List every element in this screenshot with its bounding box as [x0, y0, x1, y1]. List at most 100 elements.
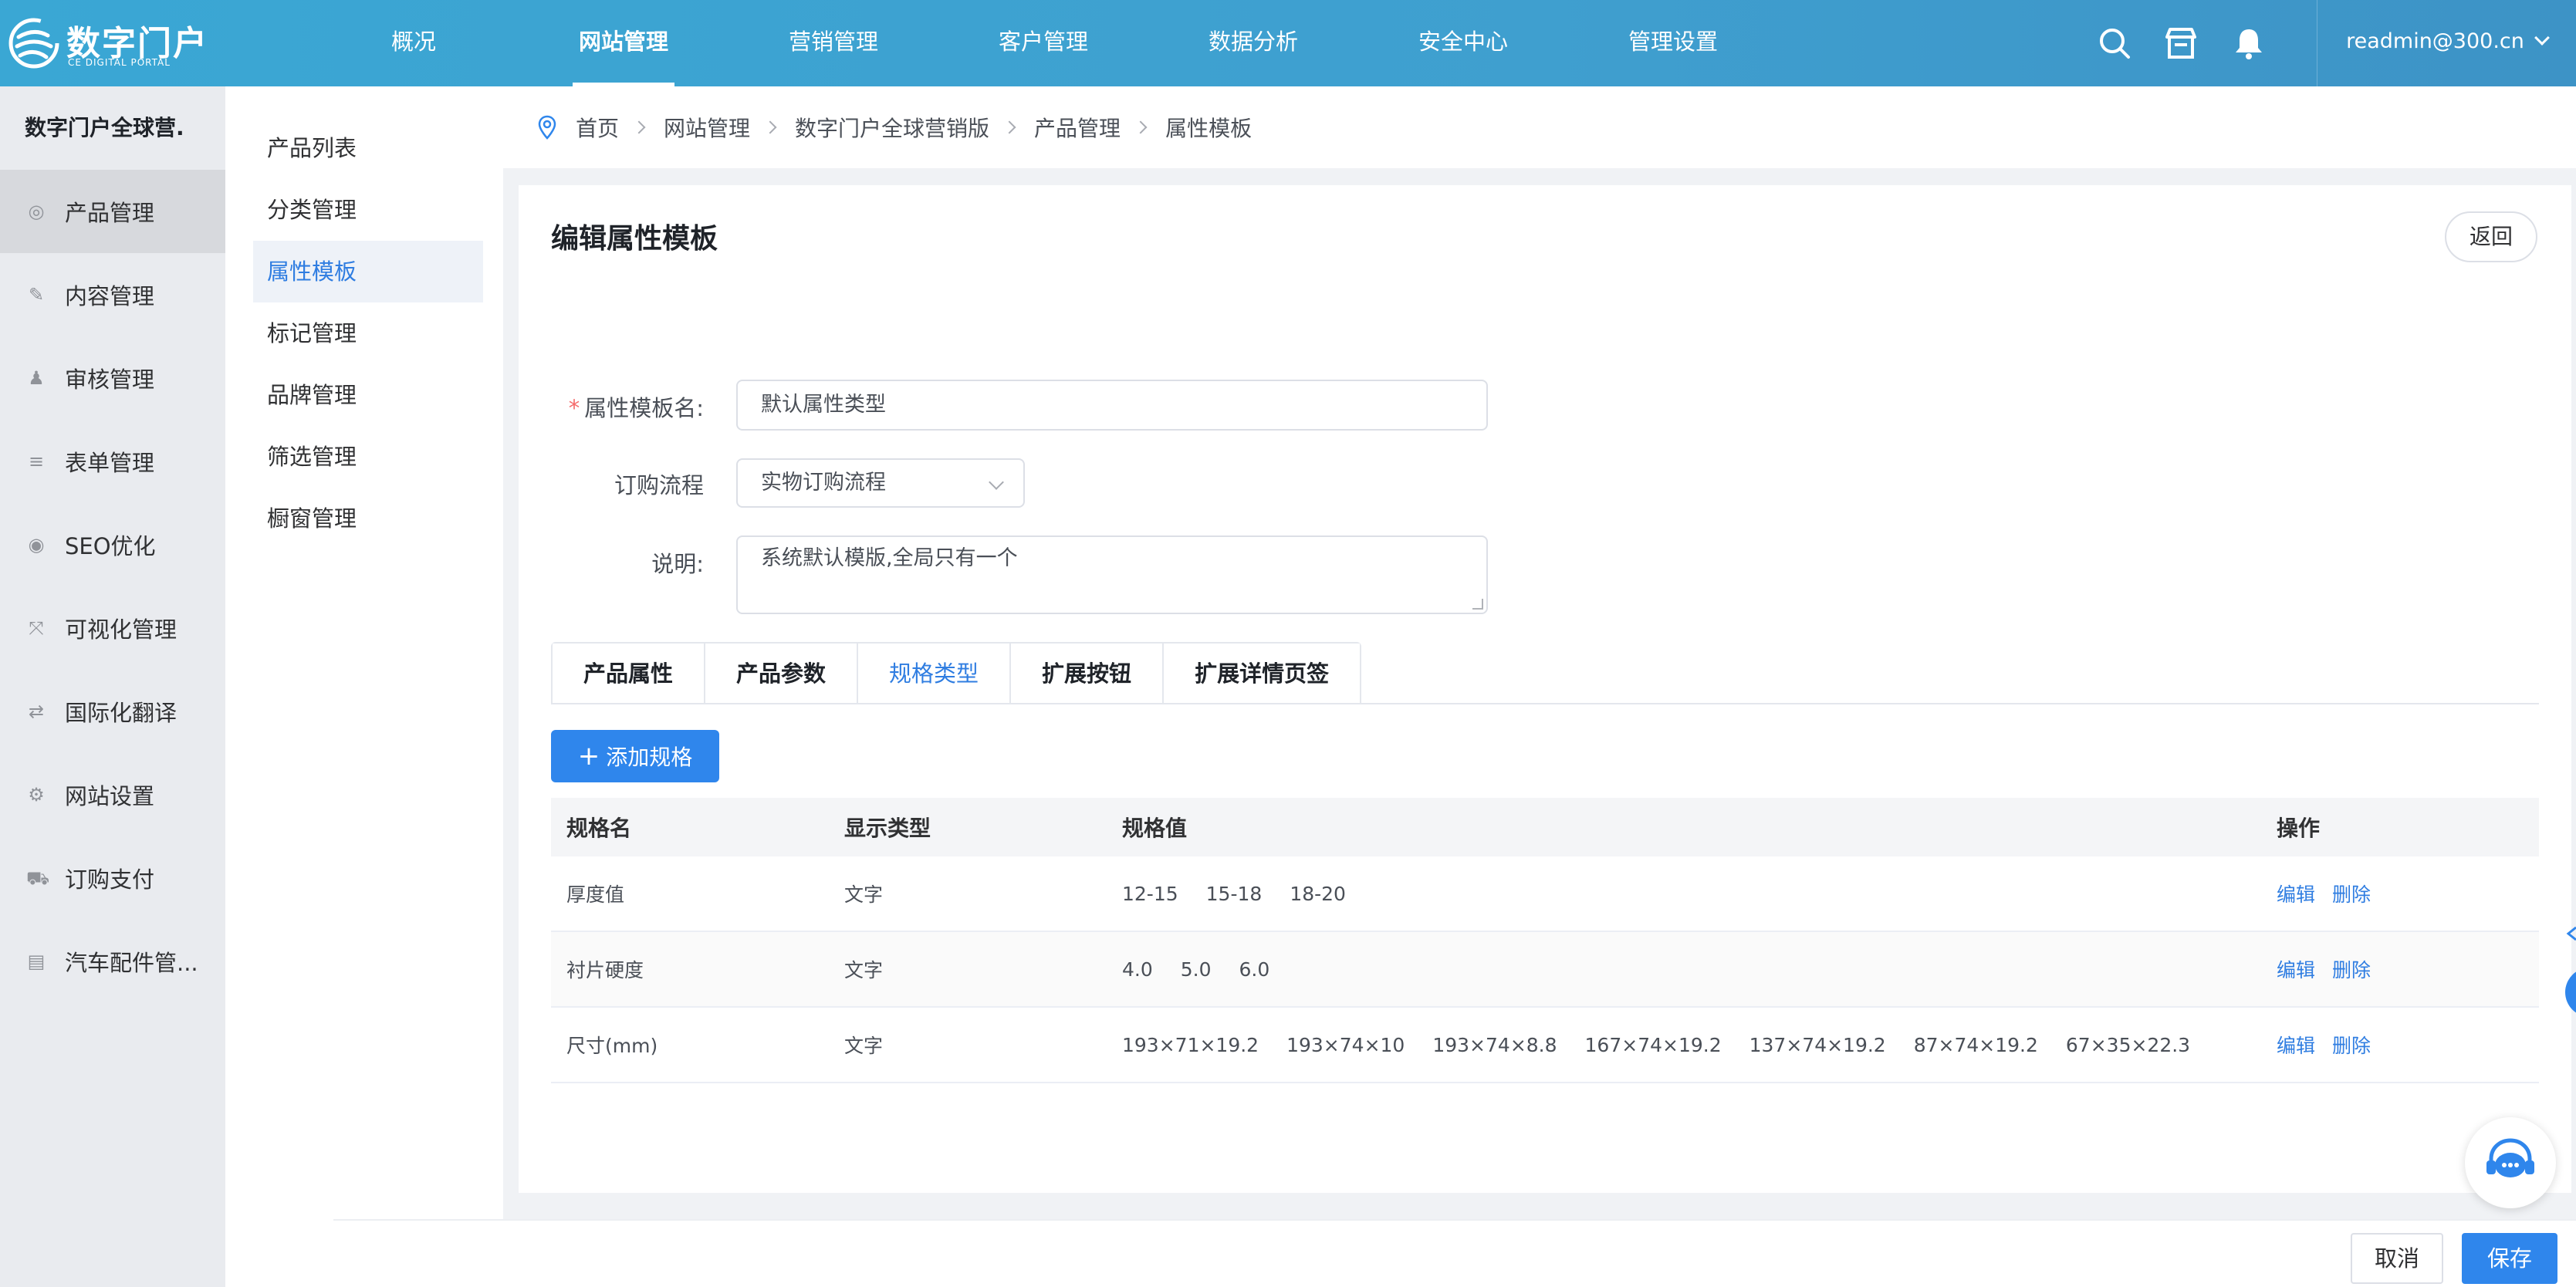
edit-link[interactable]: 编辑: [2277, 959, 2315, 981]
spec-value: 193×74×8.8: [1432, 1033, 1557, 1056]
top-navigation-bar: 数字门户 CE DIGITAL PORTAL 概况 网站管理 营销管理 客户管理…: [0, 0, 2576, 86]
sidebar-item-translation[interactable]: ⇄ 国际化翻译: [0, 670, 225, 753]
submenu-item-filter-management[interactable]: 筛选管理: [253, 426, 483, 488]
sidebar-item-label: 网站设置: [65, 783, 155, 809]
cart-icon: ⛟: [26, 867, 50, 889]
cell-actions: 编辑 删除: [2261, 880, 2539, 907]
cell-actions: 编辑 删除: [2261, 1031, 2539, 1059]
breadcrumb-site[interactable]: 数字门户全球营销版: [795, 112, 989, 143]
tab-spec-types[interactable]: 规格类型: [858, 644, 1012, 704]
edit-icon: ✎: [28, 284, 45, 306]
sidebar-item-content-management[interactable]: ✎ 内容管理: [0, 253, 225, 336]
sidebar-item-site-settings[interactable]: ⚙ 网站设置: [0, 753, 225, 836]
sidebar-item-label: 国际化翻译: [65, 700, 177, 726]
save-button[interactable]: 保存: [2462, 1233, 2557, 1284]
bell-icon[interactable]: [2230, 25, 2267, 62]
resize-handle[interactable]: [1472, 599, 1483, 610]
nav-data-analysis[interactable]: 数据分析: [1148, 0, 1358, 86]
add-spec-button[interactable]: + 添加规格: [551, 730, 719, 782]
left-sidebar: 数字门户全球营. ◎ 产品管理 ✎ 内容管理 ♟ 审核管理 ≡ 表单管理 ◉ S…: [0, 86, 225, 1287]
nav-admin-settings[interactable]: 管理设置: [1568, 0, 1778, 86]
tabs-divider: [551, 703, 2539, 704]
submenu-item-attribute-template[interactable]: 属性模板: [253, 241, 483, 302]
spec-value: 167×74×19.2: [1584, 1033, 1722, 1056]
cancel-button[interactable]: 取消: [2351, 1233, 2443, 1284]
cell-spec-values: 4.0 5.0 6.0: [1107, 958, 2261, 981]
nav-security-center[interactable]: 安全中心: [1358, 0, 1568, 86]
logo-subtitle: CE DIGITAL PORTAL: [68, 57, 171, 68]
search-icon[interactable]: [2096, 25, 2133, 62]
order-flow-select[interactable]: 实物订购流程: [736, 458, 1025, 508]
description-textarea[interactable]: 系统默认模版,全局只有一个: [736, 535, 1488, 614]
breadcrumb: 首页 网站管理 数字门户全球营销版 产品管理 属性模板: [503, 86, 2576, 168]
sidebar-item-label: 订购支付: [65, 866, 155, 893]
sidebar-item-seo[interactable]: ◉ SEO优化: [0, 503, 225, 586]
submenu-item-brand-management[interactable]: 品牌管理: [253, 364, 483, 426]
breadcrumb-product-management[interactable]: 产品管理: [1034, 112, 1121, 143]
nav-customer-management[interactable]: 客户管理: [938, 0, 1148, 86]
cell-actions: 编辑 删除: [2261, 955, 2539, 983]
delete-link[interactable]: 删除: [2332, 1035, 2371, 1057]
breadcrumb-website-management[interactable]: 网站管理: [664, 112, 750, 143]
sidebar-item-order-payment[interactable]: ⛟ 订购支付: [0, 836, 225, 920]
edit-link[interactable]: 编辑: [2277, 883, 2315, 906]
tab-product-parameters[interactable]: 产品参数: [705, 644, 859, 704]
document-icon: ▤: [27, 951, 46, 972]
template-name-input[interactable]: 默认属性类型: [736, 380, 1488, 431]
nav-overview[interactable]: 概况: [309, 0, 519, 86]
user-email: readmin@300.cn: [2346, 29, 2524, 53]
sidebar-item-label: SEO优化: [65, 533, 156, 559]
chevron-icon: [2565, 926, 2576, 1013]
tab-product-attributes[interactable]: 产品属性: [553, 644, 706, 704]
cell-display-type: 文字: [844, 959, 884, 981]
nav-marketing-management[interactable]: 营销管理: [729, 0, 938, 86]
spec-value: 12-15: [1122, 882, 1178, 905]
sidebar-item-review-management[interactable]: ♟ 审核管理: [0, 336, 225, 420]
table-row: 厚度值 文字 12-15 15-18 18-20 编辑 删除: [551, 856, 2539, 932]
delete-link[interactable]: 删除: [2332, 883, 2371, 906]
sidebar-item-form-management[interactable]: ≡ 表单管理: [0, 420, 225, 503]
spec-value: 4.0: [1122, 958, 1153, 981]
required-mark: *: [568, 395, 580, 421]
submenu-item-product-list[interactable]: 产品列表: [253, 117, 483, 179]
plus-icon: +: [577, 741, 600, 772]
edit-link[interactable]: 编辑: [2277, 1035, 2315, 1057]
sidebar-item-visual-management[interactable]: ⤧ 可视化管理: [0, 586, 225, 670]
cell-spec-name: 厚度值: [566, 883, 625, 906]
chevron-right-icon: [632, 120, 646, 134]
logo[interactable]: 数字门户 CE DIGITAL PORTAL: [8, 14, 207, 73]
tab-extension-detail-tabs[interactable]: 扩展详情页签: [1164, 644, 1361, 704]
nav-website-management[interactable]: 网站管理: [519, 0, 729, 86]
tab-extension-buttons[interactable]: 扩展按钮: [1011, 644, 1165, 704]
gear-icon: ⚙: [28, 784, 45, 806]
spec-value: 193×74×10: [1286, 1033, 1405, 1056]
submenu-item-tag-management[interactable]: 标记管理: [253, 302, 483, 364]
submenu-item-category-management[interactable]: 分类管理: [253, 179, 483, 241]
store-icon[interactable]: [2162, 25, 2199, 62]
spec-value: 5.0: [1180, 958, 1212, 981]
edit-template-card: 编辑属性模板 返回 * 属性模板名: 默认属性类型 订购流程 实物订购流程 说明:…: [519, 185, 2571, 1193]
header-spec-name: 规格名: [566, 816, 632, 841]
back-button[interactable]: 返回: [2445, 211, 2537, 262]
expand-icon: ⤧: [29, 617, 44, 639]
location-pin-icon: [538, 115, 556, 140]
sidebar-item-label: 表单管理: [65, 450, 155, 476]
chevron-right-icon: [1134, 120, 1148, 134]
delete-link[interactable]: 删除: [2332, 959, 2371, 981]
sidebar-item-auto-parts[interactable]: ▤ 汽车配件管...: [0, 920, 225, 1003]
cell-display-type: 文字: [844, 883, 884, 906]
sub-menu: 产品列表 分类管理 属性模板 标记管理 品牌管理 筛选管理 橱窗管理: [225, 86, 503, 1287]
logo-mark-icon: [8, 18, 59, 69]
sidebar-item-label: 汽车配件管...: [65, 950, 198, 976]
submenu-item-showcase-management[interactable]: 橱窗管理: [253, 488, 483, 549]
chevron-right-icon: [1002, 120, 1016, 134]
page-title: 编辑属性模板: [551, 223, 718, 255]
spec-table: 规格名 显示类型 规格值 操作 厚度值 文字 12-15 15-18 18-20 编…: [551, 798, 2539, 1083]
sidebar-item-product-management[interactable]: ◎ 产品管理: [0, 170, 225, 253]
chevron-right-icon: [763, 120, 777, 134]
cell-spec-name: 尺寸(mm): [566, 1035, 658, 1057]
user-menu[interactable]: readmin@300.cn: [2317, 0, 2576, 86]
breadcrumb-home[interactable]: 首页: [576, 112, 619, 143]
side-float-widget[interactable]: [2564, 923, 2576, 1031]
customer-service-button[interactable]: [2465, 1117, 2556, 1208]
